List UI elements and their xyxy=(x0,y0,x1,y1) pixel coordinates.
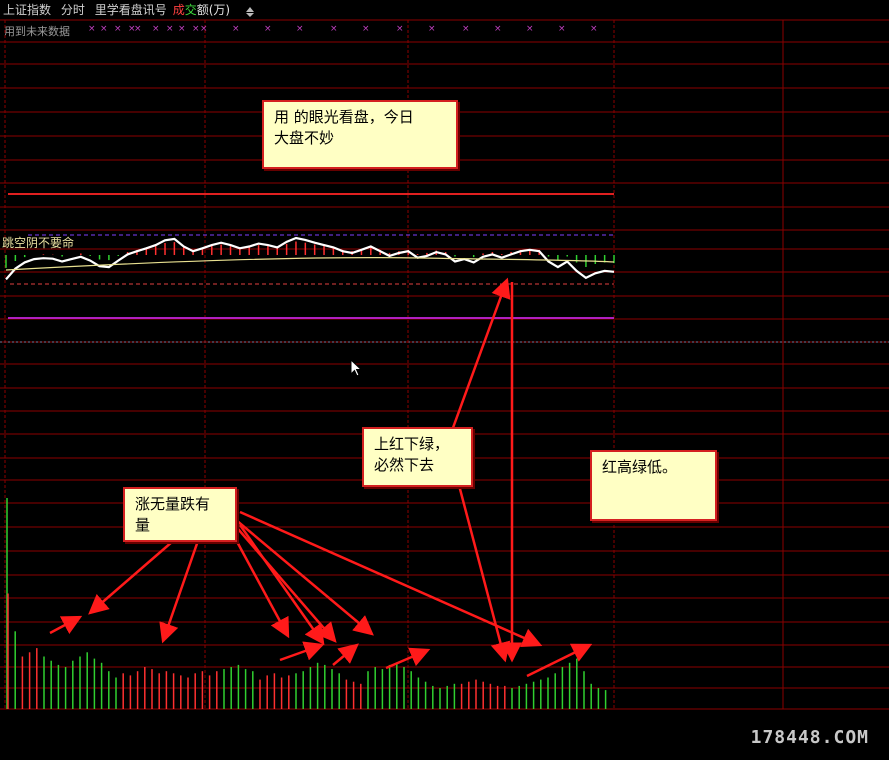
annotation-arrow xyxy=(448,277,511,437)
mouse-cursor-icon xyxy=(350,359,363,377)
x-mark: × xyxy=(462,24,470,34)
x-mark: × xyxy=(192,24,200,34)
annotation-arrow xyxy=(231,521,337,643)
x-mark: × xyxy=(396,24,404,34)
annotation-arrow xyxy=(88,534,181,615)
x-mark: × xyxy=(330,24,338,34)
price-panel xyxy=(5,236,615,281)
note-left: 涨无量跌有 量 xyxy=(123,487,237,542)
x-mark: × xyxy=(134,24,142,34)
annotation-arrow xyxy=(279,641,325,662)
annotation-arrow xyxy=(332,643,359,666)
x-mark: × xyxy=(232,24,240,34)
x-mark: × xyxy=(264,24,272,34)
x-mark: × xyxy=(428,24,436,34)
x-mark: × xyxy=(558,24,566,34)
x-mark: × xyxy=(114,24,122,34)
x-mark: × xyxy=(88,24,96,34)
gap-label: 跳空阴不要命 xyxy=(2,236,75,250)
x-mark: × xyxy=(362,24,370,34)
watermark: 178448.COM xyxy=(750,727,869,748)
note-middle: 上红下绿， 必然下去 xyxy=(362,427,473,487)
annotation-arrows xyxy=(49,277,593,678)
x-mark: × xyxy=(166,24,174,34)
note-top: 用 的眼光看盘，今日 大盘不妙 xyxy=(262,100,458,169)
x-mark: × xyxy=(494,24,502,34)
annotation-arrow xyxy=(453,469,511,663)
x-mark: × xyxy=(100,24,108,34)
annotation-arrow xyxy=(49,615,83,635)
x-marks: × × × ×× × × × × × × × × × × × × × × × × × xyxy=(88,24,598,34)
x-mark: × xyxy=(178,24,186,34)
x-mark: × xyxy=(296,24,304,34)
x-mark: × xyxy=(590,24,598,34)
annotation-arrow xyxy=(526,643,593,678)
note-right: 红高绿低。 xyxy=(590,450,717,521)
x-mark: × xyxy=(200,24,208,34)
x-mark: × xyxy=(526,24,534,34)
annotation-arrow xyxy=(385,647,431,670)
x-mark: × xyxy=(152,24,160,34)
volume-bars xyxy=(6,498,607,709)
